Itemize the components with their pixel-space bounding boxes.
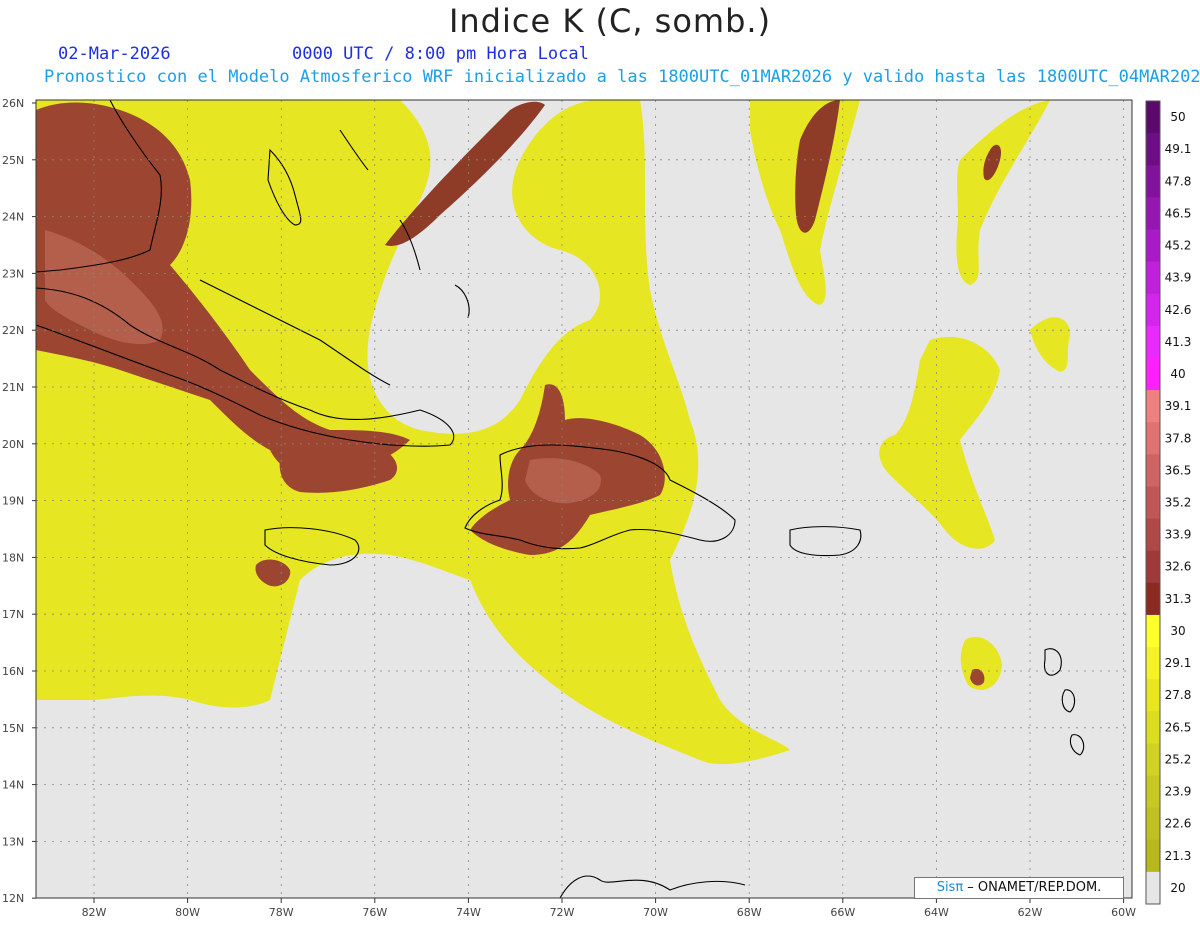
- colorbar: 50 49.1 47.8 46.5 45.2 43.9 42.6 41.3 40 39.1 37.8…: [1145, 100, 1192, 905]
- colorbar-swatch: [1146, 518, 1160, 552]
- colorbar-swatch: [1146, 711, 1160, 744]
- colorbar-swatch: [1146, 325, 1160, 359]
- colorbar-swatch: [1146, 261, 1160, 295]
- lon-label: 72W: [550, 906, 575, 919]
- lon-label: 74W: [456, 906, 481, 919]
- lat-label: 12N: [2, 892, 24, 905]
- colorbar-label: 25.2: [1165, 752, 1192, 766]
- colorbar-swatch: [1146, 165, 1160, 198]
- colorbar-swatch: [1146, 454, 1160, 487]
- lon-label: 60W: [1111, 906, 1136, 919]
- colorbar-swatch: [1146, 357, 1160, 391]
- colorbar-swatch: [1146, 197, 1160, 230]
- colorbar-label: 33.9: [1165, 528, 1192, 542]
- colorbar-swatch: [1146, 486, 1160, 520]
- lon-label: 68W: [737, 906, 762, 919]
- colorbar-swatch: [1146, 647, 1160, 680]
- lat-label: 16N: [2, 665, 24, 678]
- colorbar-label: 23.9: [1165, 785, 1192, 799]
- colorbar-label: 36.5: [1165, 463, 1192, 477]
- lon-label: 70W: [643, 906, 668, 919]
- colorbar-label: 31.3: [1165, 592, 1192, 606]
- colorbar-swatch: [1146, 422, 1160, 455]
- lat-label: 17N: [2, 608, 24, 621]
- lon-label: 78W: [269, 906, 294, 919]
- colorbar-swatch: [1146, 550, 1160, 584]
- colorbar-swatch: [1146, 807, 1160, 841]
- colorbar-label: 47.8: [1165, 174, 1192, 188]
- colorbar-label: 39.1: [1165, 399, 1192, 413]
- longitude-labels: 82W 80W 78W 76W 74W 72W 70W 68W 66W 64W 62W 60W: [82, 898, 1136, 919]
- map-canvas: 26N 25N 24N 23N 22N 21N 20N 19N 18N 17N 16N 15N 14N 1…: [2, 97, 1192, 919]
- colorbar-swatch: [1146, 871, 1160, 905]
- lat-label: 13N: [2, 835, 24, 848]
- credit-box: Sisπ – ONAMET/REP.DOM.: [914, 877, 1124, 899]
- lat-label: 20N: [2, 438, 24, 451]
- lat-label: 19N: [2, 495, 24, 508]
- colorbar-label: 29.1: [1165, 656, 1192, 670]
- colorbar-label: 26.5: [1165, 720, 1192, 734]
- lat-label: 26N: [2, 97, 24, 110]
- colorbar-swatch: [1146, 679, 1160, 712]
- lon-label: 80W: [175, 906, 200, 919]
- colorbar-label: 37.8: [1165, 431, 1192, 445]
- colorbar-label: 43.9: [1165, 271, 1192, 285]
- colorbar-swatch: [1146, 839, 1160, 873]
- lat-label: 18N: [2, 551, 24, 564]
- credit-org: – ONAMET/REP.DOM.: [963, 880, 1102, 895]
- colorbar-label: 50: [1170, 110, 1185, 124]
- lon-label: 82W: [82, 906, 107, 919]
- lat-label: 21N: [2, 381, 24, 394]
- colorbar-label: 32.6: [1165, 560, 1192, 574]
- colorbar-label: 20: [1170, 881, 1185, 895]
- lat-label: 25N: [2, 154, 24, 167]
- colorbar-swatch: [1146, 775, 1160, 809]
- colorbar-swatch: [1146, 229, 1160, 263]
- colorbar-label: 41.3: [1165, 335, 1192, 349]
- lat-label: 22N: [2, 324, 24, 337]
- colorbar-swatch: [1146, 614, 1160, 648]
- colorbar-label: 49.1: [1165, 142, 1192, 156]
- lat-label: 14N: [2, 779, 24, 792]
- lon-label: 76W: [362, 906, 387, 919]
- lat-label: 24N: [2, 211, 24, 224]
- lon-label: 64W: [924, 906, 949, 919]
- colorbar-label: 21.3: [1165, 849, 1192, 863]
- colorbar-label: 27.8: [1165, 688, 1192, 702]
- colorbar-label: 40: [1170, 367, 1185, 381]
- colorbar-label: 30: [1170, 624, 1185, 638]
- colorbar-swatch: [1146, 582, 1160, 616]
- colorbar-label: 35.2: [1165, 496, 1192, 510]
- colorbar-swatch: [1146, 390, 1160, 423]
- latitude-labels: 26N 25N 24N 23N 22N 21N 20N 19N 18N 17N 16N 15N 14N 1…: [2, 97, 36, 905]
- credit-sistema: Sisπ: [936, 880, 964, 895]
- lat-label: 15N: [2, 722, 24, 735]
- colorbar-swatch: [1146, 101, 1160, 134]
- lon-label: 66W: [830, 906, 855, 919]
- colorbar-label: 46.5: [1165, 206, 1192, 220]
- lon-label: 62W: [1018, 906, 1043, 919]
- colorbar-swatch: [1146, 743, 1160, 777]
- colorbar-swatch: [1146, 133, 1160, 166]
- lat-label: 23N: [2, 267, 24, 280]
- colorbar-label: 22.6: [1165, 817, 1192, 831]
- colorbar-label: 45.2: [1165, 239, 1192, 253]
- colorbar-label: 42.6: [1165, 303, 1192, 317]
- colorbar-swatch: [1146, 293, 1160, 327]
